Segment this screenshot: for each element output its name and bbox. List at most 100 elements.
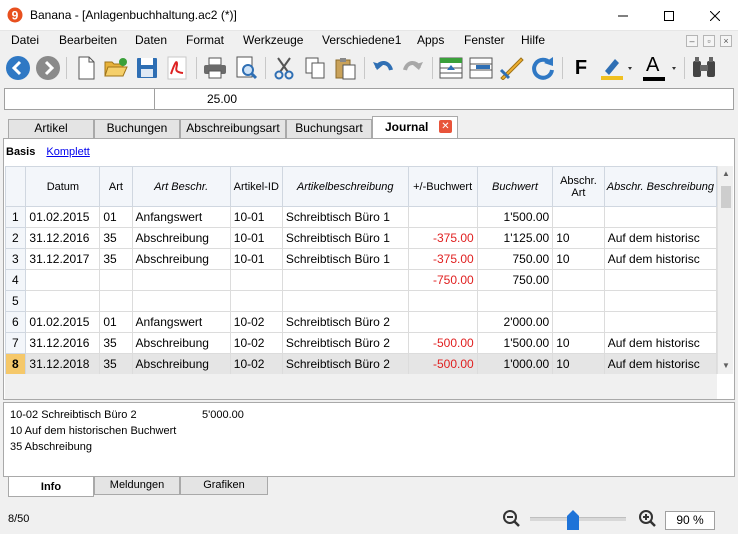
corner-header[interactable] bbox=[5, 166, 27, 207]
tab-meldungen[interactable]: Meldungen bbox=[94, 477, 180, 495]
cell-datum[interactable]: 31.12.2016 bbox=[25, 332, 101, 354]
row-number[interactable]: 4 bbox=[5, 269, 27, 291]
row-number[interactable]: 8 bbox=[5, 353, 27, 374]
binoculars-button[interactable] bbox=[690, 54, 718, 82]
cell-art[interactable]: 35 bbox=[99, 332, 133, 354]
cell-artikelbeschreibung[interactable]: Schreibtisch Büro 2 bbox=[281, 311, 409, 333]
cell-abschr-art[interactable] bbox=[552, 269, 605, 291]
cell-abschr-art[interactable]: 10 bbox=[552, 227, 605, 249]
zoom-slider-thumb[interactable] bbox=[566, 510, 580, 530]
cell-art[interactable]: 35 bbox=[99, 248, 133, 270]
row-number[interactable]: 5 bbox=[5, 290, 27, 312]
tab-buchungen[interactable]: Buchungen bbox=[94, 119, 180, 138]
cell-artikelbeschreibung[interactable]: Schreibtisch Büro 2 bbox=[281, 332, 409, 354]
minimize-button[interactable] bbox=[600, 0, 646, 31]
tab-artikel[interactable]: Artikel bbox=[8, 119, 94, 138]
zoom-in-button[interactable] bbox=[638, 509, 658, 529]
cell-art[interactable]: 35 bbox=[99, 353, 133, 374]
column-header-buchwert[interactable]: Buchwert bbox=[476, 166, 554, 207]
cell-art[interactable]: 35 bbox=[99, 227, 133, 249]
table-row[interactable]: 6 01.02.2015 01 Anfangswert 10-02 Schreibtisc… bbox=[5, 311, 717, 333]
cell-abschr-beschreibung[interactable] bbox=[603, 290, 717, 312]
cell-abschr-beschreibung[interactable] bbox=[603, 269, 717, 291]
redo-button[interactable] bbox=[399, 54, 427, 82]
column-header-abschr-beschreibung[interactable]: Abschr. Beschreibung bbox=[603, 166, 717, 207]
cell-art[interactable]: 01 bbox=[99, 206, 133, 228]
cell-artikelbeschreibung[interactable]: Schreibtisch Büro 1 bbox=[281, 206, 409, 228]
delete-rows-button[interactable] bbox=[467, 54, 495, 82]
cell-buchwert[interactable]: 2'000.00 bbox=[476, 311, 554, 333]
cell-art-beschr[interactable]: Abschreibung bbox=[131, 248, 231, 270]
cell-art[interactable] bbox=[99, 290, 133, 312]
scroll-down-icon[interactable]: ▼ bbox=[718, 358, 734, 374]
save-button[interactable] bbox=[133, 54, 161, 82]
column-header-abschr-art[interactable]: Abschr. Art bbox=[552, 166, 605, 207]
cell-artikelbeschreibung[interactable]: Schreibtisch Büro 1 bbox=[281, 227, 409, 249]
cell-abschr-art[interactable]: 10 bbox=[552, 248, 605, 270]
cell-artikel-id[interactable]: 10-01 bbox=[229, 227, 283, 249]
cell-datum[interactable] bbox=[25, 290, 101, 312]
back-button[interactable] bbox=[4, 54, 32, 82]
tab-info[interactable]: Info bbox=[8, 477, 94, 497]
table-row[interactable]: 7 31.12.2016 35 Abschreibung 10-02 Schreibtis… bbox=[5, 332, 717, 354]
cell-reference-field[interactable] bbox=[5, 89, 155, 109]
cell-plus-minus-buchwert[interactable]: -375.00 bbox=[407, 248, 478, 270]
cell-plus-minus-buchwert[interactable]: -500.00 bbox=[407, 332, 478, 354]
cell-abschr-art[interactable]: 10 bbox=[552, 353, 605, 374]
menu-daten[interactable]: Daten bbox=[135, 33, 167, 47]
cell-artikelbeschreibung[interactable] bbox=[281, 290, 409, 312]
menu-format[interactable]: Format bbox=[186, 33, 224, 47]
forward-button[interactable] bbox=[34, 54, 62, 82]
cell-artikel-id[interactable]: 10-01 bbox=[229, 248, 283, 270]
table-row[interactable]: 1 01.02.2015 01 Anfangswert 10-01 Schreibtisc… bbox=[5, 206, 717, 228]
row-number[interactable]: 3 bbox=[5, 248, 27, 270]
cell-artikelbeschreibung[interactable]: Schreibtisch Büro 2 bbox=[281, 353, 409, 374]
tab-buchungsart[interactable]: Buchungsart bbox=[286, 119, 372, 138]
cell-datum[interactable]: 31.12.2018 bbox=[25, 353, 101, 374]
cell-artikel-id[interactable]: 10-01 bbox=[229, 206, 283, 228]
row-number[interactable]: 2 bbox=[5, 227, 27, 249]
scroll-up-icon[interactable]: ▲ bbox=[718, 166, 734, 182]
cell-art-beschr[interactable]: Anfangswert bbox=[131, 311, 231, 333]
pdf-export-button[interactable] bbox=[163, 54, 191, 82]
column-header-art-beschr[interactable]: Art Beschr. bbox=[131, 166, 231, 207]
cell-plus-minus-buchwert[interactable]: -500.00 bbox=[407, 353, 478, 374]
vertical-scrollbar[interactable]: ▲ ▼ bbox=[717, 166, 733, 374]
cell-datum[interactable]: 01.02.2015 bbox=[25, 311, 101, 333]
add-rows-button[interactable] bbox=[437, 54, 465, 82]
column-header-datum[interactable]: Datum bbox=[25, 166, 101, 207]
tab-journal[interactable]: Journal ✕ bbox=[372, 116, 458, 138]
close-window-button[interactable] bbox=[692, 0, 738, 31]
cell-artikel-id[interactable] bbox=[229, 290, 283, 312]
cell-abschr-art[interactable]: 10 bbox=[552, 332, 605, 354]
cell-artikel-id[interactable]: 10-02 bbox=[229, 332, 283, 354]
cell-abschr-art[interactable] bbox=[552, 206, 605, 228]
tab-abschreibungsart[interactable]: Abschreibungsart bbox=[180, 119, 286, 138]
print-button[interactable] bbox=[201, 54, 229, 82]
cell-art[interactable] bbox=[99, 269, 133, 291]
cell-plus-minus-buchwert[interactable] bbox=[407, 206, 478, 228]
cell-buchwert[interactable] bbox=[476, 290, 554, 312]
column-header-artikel-id[interactable]: Artikel-ID bbox=[229, 166, 283, 207]
column-header-art[interactable]: Art bbox=[99, 166, 133, 207]
view-komplett-link[interactable]: Komplett bbox=[46, 146, 89, 158]
mdi-close-button[interactable]: × bbox=[720, 35, 732, 47]
cell-datum[interactable]: 31.12.2016 bbox=[25, 227, 101, 249]
cell-art-beschr[interactable]: Abschreibung bbox=[131, 332, 231, 354]
edit-tool-button[interactable] bbox=[498, 54, 526, 82]
menu-apps[interactable]: Apps bbox=[417, 33, 444, 47]
cell-abschr-art[interactable] bbox=[552, 290, 605, 312]
cell-editor-bar[interactable]: 25.00 bbox=[4, 88, 734, 110]
cell-buchwert[interactable]: 1'125.00 bbox=[476, 227, 554, 249]
cell-value[interactable]: 25.00 bbox=[207, 92, 237, 106]
cell-datum[interactable]: 31.12.2017 bbox=[25, 248, 101, 270]
view-basis[interactable]: Basis bbox=[6, 146, 35, 158]
close-tab-icon[interactable]: ✕ bbox=[439, 120, 452, 133]
cell-art-beschr[interactable]: Abschreibung bbox=[131, 227, 231, 249]
cell-datum[interactable] bbox=[25, 269, 101, 291]
cell-datum[interactable]: 01.02.2015 bbox=[25, 206, 101, 228]
cell-buchwert[interactable]: 750.00 bbox=[476, 248, 554, 270]
cell-art-beschr[interactable] bbox=[131, 269, 231, 291]
undo-button[interactable] bbox=[369, 54, 397, 82]
zoom-level-field[interactable]: 90 % bbox=[665, 511, 715, 530]
